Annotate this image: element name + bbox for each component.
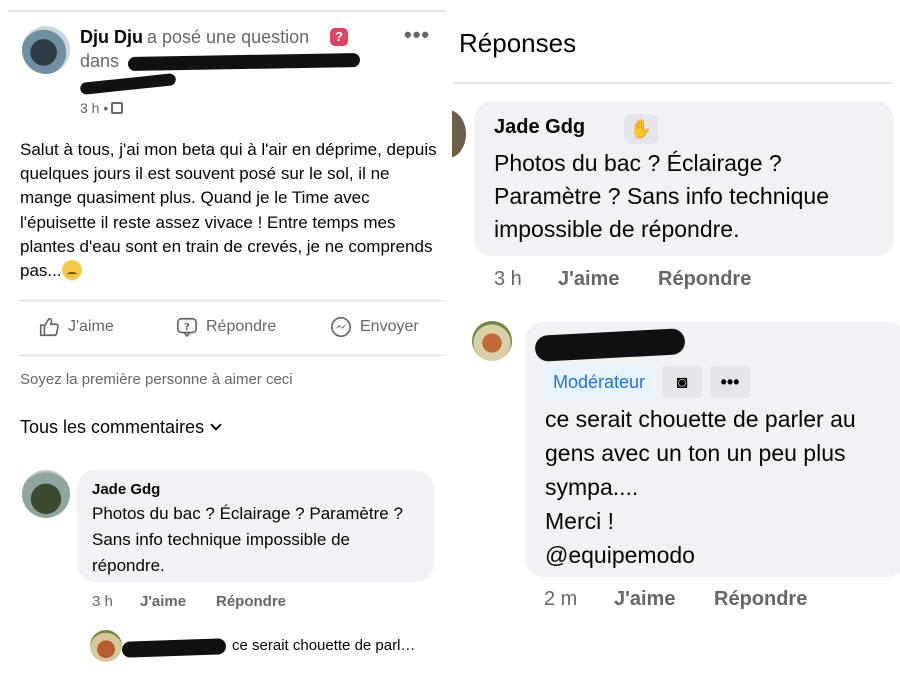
reply-reply-button[interactable]: Répondre [714,588,807,611]
divider [454,82,892,84]
post-action-text: a posé une question [147,27,310,47]
comment-text: Photos du bac ? Éclairage ? Paramètre ? … [494,150,829,242]
post-timestamp: 3 h • [80,100,109,116]
svg-text:?: ? [184,322,190,333]
reply-avatar[interactable] [90,630,122,662]
group-prefix: dans [80,51,120,71]
messenger-icon [331,317,351,337]
question-icon: ? [330,28,348,46]
comment-filter-label: Tous les commentaires [20,417,205,437]
more-badges-button[interactable]: ••• [710,366,750,398]
comment-bubble: Jade Gdg Photos du bac ? Éclairage ? Par… [77,470,434,582]
like-prompt: Soyez la première personne à aimer ceci [20,371,293,388]
comment-author[interactable]: Jade Gdg [92,481,160,498]
comment-reply-button[interactable]: Répondre [658,268,751,291]
author-avatar[interactable] [22,26,70,74]
group-privacy-icon [111,102,124,114]
reply-label: Répondre [206,318,277,335]
redacted-group-name-2 [79,73,177,95]
speech-bubble-icon: ◙ [662,366,702,398]
replies-panel: Réponses Jade Gdg ✋ Photos du bac ? Écla… [452,0,900,675]
thumbs-up-icon [39,317,59,337]
reply-bubble: Modérateur ◙ ••• ce serait chouette de p… [525,322,900,577]
reply-time[interactable]: 2 m [544,588,577,611]
comment-bubble: Jade Gdg ✋ Photos du bac ? Éclairage ? P… [474,101,894,256]
redacted-group-name [127,52,361,72]
send-button[interactable]: Envoyer [330,316,419,338]
comment-reply-button[interactable]: Répondre [216,593,286,610]
comment-time[interactable]: 3 h [494,268,522,291]
comment-filter[interactable]: Tous les commentaires [20,417,222,438]
question-bubble-icon: ? [177,317,197,338]
post-author[interactable]: Dju Dju [80,27,143,48]
like-label: J'aime [68,318,114,335]
comment-author[interactable]: Jade Gdg [494,116,585,139]
like-button[interactable]: J'aime [38,316,114,338]
wave-icon: ✋ [624,114,658,144]
comment-time[interactable]: 3 h [92,593,113,610]
more-options-icon[interactable]: ••• [404,22,430,48]
comment-text: Photos du bac ? Éclairage ? Paramètre ? … [92,504,403,575]
divider [20,355,446,356]
comment-like-button[interactable]: J'aime [140,593,186,610]
post-text: Salut à tous, j'ai mon beta qui à l'air … [20,140,437,281]
commenter-avatar[interactable] [22,470,70,518]
reply-text: ce serait chouette de parler au gens ave… [545,406,856,568]
reply-preview[interactable]: ce serait chouette de parl… [232,637,415,654]
redacted-reply-author [534,328,686,362]
screenshot-collage: Dju Dju a posé une question ? ••• dans 3… [0,0,900,675]
page-title: Réponses [459,28,577,58]
reply-button[interactable]: ? Répondre [176,316,276,338]
send-label: Envoyer [360,318,419,335]
comment-like-button[interactable]: J'aime [558,268,619,291]
divider [20,300,446,301]
sad-face-icon [61,260,82,281]
redacted-reply-author [121,638,227,658]
chevron-down-icon [210,419,222,431]
post-panel: Dju Dju a posé une question ? ••• dans 3… [0,0,448,675]
post-body: Salut à tous, j'ai mon beta qui à l'air … [20,138,440,283]
commenter-avatar[interactable] [452,110,466,158]
moderator-badge: Modérateur [545,366,654,398]
post-time[interactable]: 3 h • [80,100,124,116]
reply-avatar[interactable] [472,321,512,361]
divider [8,10,446,12]
reply-like-button[interactable]: J'aime [614,588,675,611]
